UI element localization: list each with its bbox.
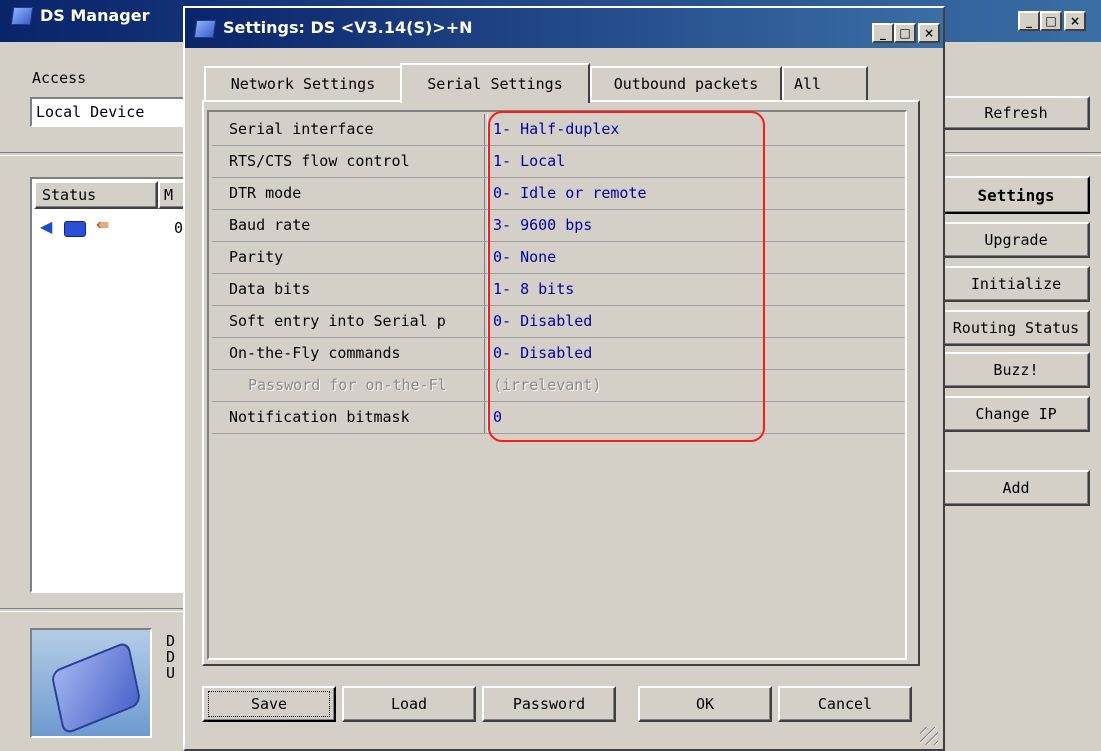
grid-row-disabled: Password for on-the-Fl (irrelevant) (212, 370, 905, 402)
status-link-icon: ⇚ (96, 215, 110, 234)
row-separator (484, 370, 488, 401)
dialog-title-bar[interactable]: Settings: DS <V3.14(S)>+N (185, 8, 943, 48)
row-key: Password for on-the-Fl (248, 376, 447, 394)
cancel-button[interactable]: Cancel (778, 686, 912, 722)
dialog-title: Settings: DS <V3.14(S)>+N (223, 18, 473, 37)
main-minimize-button[interactable]: _ (1018, 11, 1040, 31)
access-value: Local Device (36, 103, 145, 121)
resize-gripper-icon[interactable] (920, 727, 938, 745)
row-value: (irrelevant) (493, 376, 602, 394)
tab-all[interactable]: All (782, 66, 868, 100)
row-separator (484, 338, 488, 369)
row-separator (484, 210, 488, 241)
row-separator (484, 114, 488, 145)
settings-grid[interactable]: Serial interface 1- Half-duplex RTS/CTS f… (207, 110, 907, 660)
list-row[interactable]: ◀ ⇚ 0 (40, 215, 190, 241)
ok-button[interactable]: OK (638, 686, 772, 722)
row-key: Data bits (229, 280, 311, 298)
app-icon (10, 7, 34, 25)
row-value[interactable]: 0- Idle or remote (493, 184, 647, 202)
list-header-status[interactable]: Status (34, 181, 158, 209)
row-separator (484, 146, 488, 177)
info-line-3: U (166, 664, 176, 682)
row-key: Notification bitmask (229, 408, 410, 426)
row-value[interactable]: 1- Half-duplex (493, 120, 619, 138)
row-key: Parity (229, 248, 284, 266)
routing-status-button[interactable]: Routing Status (942, 310, 1090, 346)
row-separator (484, 306, 488, 337)
dialog-app-icon (193, 20, 217, 38)
status-arrow-icon: ◀ (40, 217, 53, 236)
row-key: On-the-Fly commands (229, 344, 401, 362)
row-value[interactable]: 1- Local (493, 152, 565, 170)
access-select[interactable]: Local Device (30, 97, 190, 127)
upgrade-button[interactable]: Upgrade (942, 222, 1090, 258)
grid-row[interactable]: RTS/CTS flow control 1- Local (212, 146, 905, 178)
row-separator (484, 402, 488, 433)
grid-row[interactable]: DTR mode 0- Idle or remote (212, 178, 905, 210)
row-key: DTR mode (229, 184, 302, 202)
main-window-title: DS Manager (40, 6, 150, 25)
row-key: Serial interface (229, 120, 374, 138)
grid-row[interactable]: Data bits 1- 8 bits (212, 274, 905, 306)
row-key: RTS/CTS flow control (229, 152, 410, 170)
tab-outbound-packets[interactable]: Outbound packets (590, 66, 782, 100)
grid-row[interactable]: Notification bitmask 0 (212, 402, 905, 434)
row-value[interactable]: 0- Disabled (493, 344, 592, 362)
row-separator (484, 178, 488, 209)
row-separator (484, 242, 488, 273)
tab-network-settings[interactable]: Network Settings (204, 66, 402, 100)
row-separator (484, 274, 488, 305)
status-device-icon (64, 221, 86, 237)
row-key: Baud rate (229, 216, 311, 234)
row-value[interactable]: 0- Disabled (493, 312, 592, 330)
initialize-button[interactable]: Initialize (942, 266, 1090, 302)
grid-row[interactable]: Parity 0- None (212, 242, 905, 274)
grid-row[interactable]: On-the-Fly commands 0- Disabled (212, 338, 905, 370)
main-close-button[interactable]: × (1064, 11, 1086, 31)
refresh-button[interactable]: Refresh (942, 96, 1090, 130)
row-key: Soft entry into Serial p (229, 312, 446, 330)
add-button[interactable]: Add (942, 470, 1090, 506)
main-maximize-button[interactable]: □ (1040, 11, 1062, 31)
dialog-maximize-button[interactable]: □ (894, 23, 916, 43)
dialog-minimize-button[interactable]: _ (872, 23, 894, 43)
dialog-close-button[interactable]: × (918, 23, 940, 43)
list-row-cell: 0 (174, 219, 184, 237)
save-button[interactable]: Save (202, 686, 336, 722)
password-button[interactable]: Password (482, 686, 616, 722)
row-value[interactable]: 0 (493, 408, 502, 426)
change-ip-button[interactable]: Change IP (942, 396, 1090, 432)
grid-row[interactable]: Soft entry into Serial p 0- Disabled (212, 306, 905, 338)
device-body-icon (50, 640, 142, 736)
access-label: Access (32, 69, 87, 87)
tab-serial-settings[interactable]: Serial Settings (400, 63, 590, 103)
buzz-button[interactable]: Buzz! (942, 352, 1090, 388)
settings-button[interactable]: Settings (942, 176, 1090, 214)
row-value[interactable]: 1- 8 bits (493, 280, 574, 298)
save-label: Save (250, 695, 288, 713)
device-image (30, 628, 152, 738)
row-value[interactable]: 3- 9600 bps (493, 216, 592, 234)
lower-divider (0, 608, 190, 612)
device-list[interactable]: Status M ◀ ⇚ 0 (30, 177, 192, 593)
grid-row[interactable]: Serial interface 1- Half-duplex (212, 114, 905, 146)
row-value[interactable]: 0- None (493, 248, 556, 266)
grid-row[interactable]: Baud rate 3- 9600 bps (212, 210, 905, 242)
load-button[interactable]: Load (342, 686, 476, 722)
